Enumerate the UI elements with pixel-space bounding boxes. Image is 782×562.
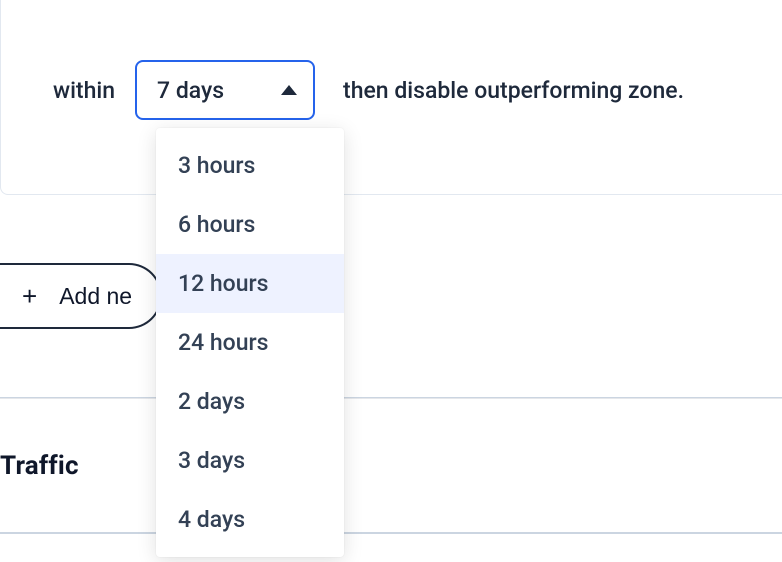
rule-row: within 7 days then disable outperforming… [53,60,684,120]
within-label: within [53,77,115,104]
duration-select[interactable]: 7 days [135,60,315,120]
section-title: Traffic [0,451,79,481]
dropdown-option[interactable]: 3 hours [156,136,344,195]
duration-dropdown: 3 hours 6 hours 12 hours 24 hours 2 days… [156,128,344,557]
then-label: then disable outperforming zone. [343,77,684,104]
rule-panel: within 7 days then disable outperforming… [0,0,782,195]
add-new-button[interactable]: + Add ne [0,263,162,329]
dropdown-option[interactable]: 24 hours [156,313,344,372]
chevron-up-icon [281,85,297,95]
dropdown-option[interactable]: 2 days [156,372,344,431]
plus-icon: + [22,281,37,312]
dropdown-option[interactable]: 12 hours [156,254,344,313]
duration-select-wrap: 7 days [135,60,315,120]
duration-select-value: 7 days [157,77,224,104]
add-button-label: Add ne [59,283,132,310]
dropdown-option[interactable]: 6 hours [156,195,344,254]
dropdown-option[interactable]: 3 days [156,431,344,490]
traffic-section[interactable]: Traffic [0,398,782,534]
dropdown-option[interactable]: 4 days [156,490,344,549]
